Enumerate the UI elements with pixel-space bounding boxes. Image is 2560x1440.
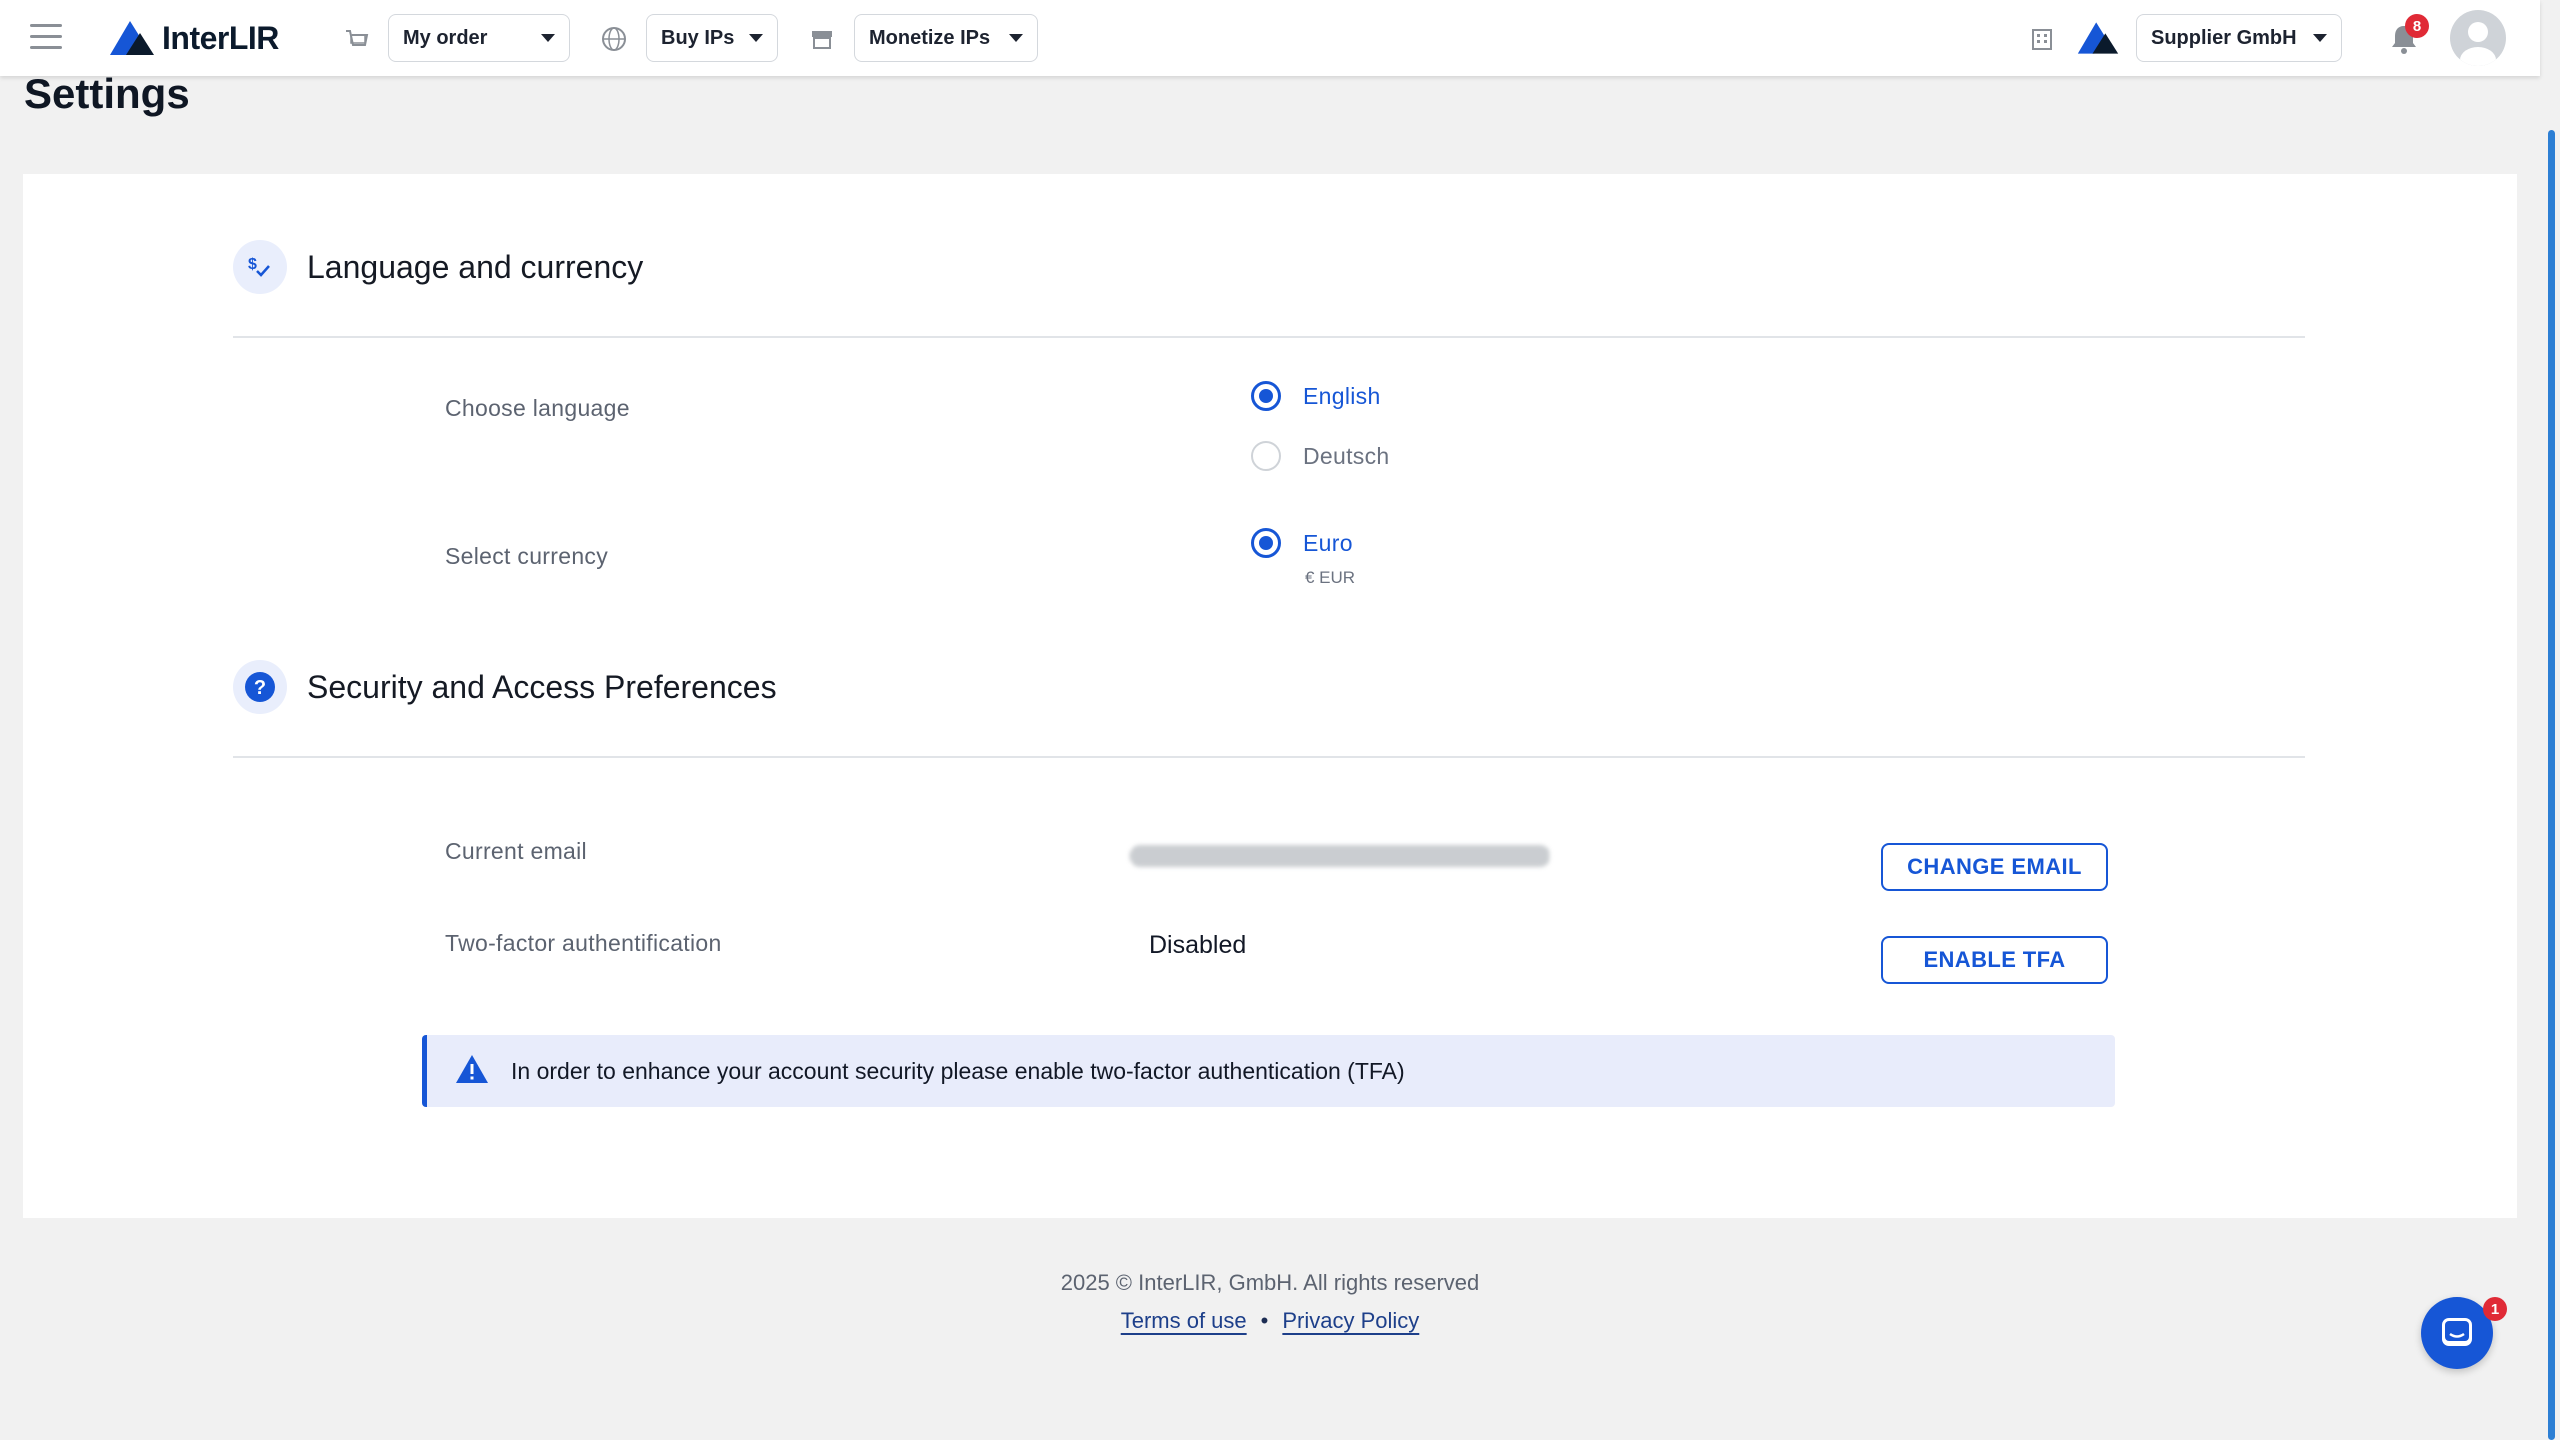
chevron-down-icon — [541, 34, 555, 42]
my-order-label: My order — [403, 26, 488, 49]
footer-separator: • — [1260, 1308, 1269, 1333]
security-header: ? Security and Access Preferences — [233, 660, 777, 714]
section-divider — [233, 336, 2305, 338]
language-english-label: English — [1303, 382, 1381, 409]
monetize-ips-dropdown[interactable]: Monetize IPs — [854, 14, 1038, 62]
language-currency-title: Language and currency — [307, 248, 644, 285]
tfa-status-value: Disabled — [1149, 931, 1247, 959]
interlir-logo-icon — [110, 21, 154, 55]
language-currency-header: $ Language and currency — [233, 240, 643, 294]
language-option-deutsch[interactable]: Deutsch — [1251, 441, 1389, 471]
brand-name: InterLIR — [162, 19, 279, 56]
choose-language-label: Choose language — [445, 395, 630, 421]
section-divider — [233, 756, 2305, 758]
privacy-policy-link[interactable]: Privacy Policy — [1282, 1308, 1419, 1334]
radio-selected[interactable] — [1251, 381, 1281, 411]
page-scrollbar[interactable] — [2548, 130, 2555, 1440]
current-email-value-redacted — [1130, 845, 1550, 867]
tfa-label: Two-factor authentification — [445, 930, 722, 956]
currency-euro-code: € EUR — [1305, 568, 1356, 587]
warning-icon — [455, 1054, 489, 1089]
question-icon: ? — [233, 660, 287, 714]
radio-selected[interactable] — [1251, 528, 1281, 558]
notification-count-badge: 8 — [2405, 14, 2429, 38]
monetize-ips-label: Monetize IPs — [869, 26, 991, 49]
security-title: Security and Access Preferences — [307, 668, 777, 705]
company-dropdown[interactable]: Supplier GmbH — [2136, 14, 2342, 62]
buy-ips-dropdown[interactable]: Buy IPs — [646, 14, 778, 62]
chevron-down-icon — [2313, 34, 2327, 42]
page-title: Settings — [24, 70, 190, 117]
currency-euro-label: Euro — [1303, 529, 1353, 556]
footer-links: Terms of use • Privacy Policy — [0, 1308, 2540, 1334]
globe-icon — [600, 25, 628, 53]
terms-of-use-link[interactable]: Terms of use — [1121, 1308, 1247, 1334]
enable-tfa-button[interactable]: ENABLE TFA — [1881, 936, 2108, 984]
brand-logo[interactable]: InterLIR — [108, 18, 279, 58]
copyright-text: 2025 © InterLIR, GmbH. All rights reserv… — [1060, 1270, 1480, 1295]
tfa-warning-text: In order to enhance your account securit… — [511, 1057, 1405, 1084]
current-email-label: Current email — [445, 838, 587, 864]
language-option-english[interactable]: English — [1251, 381, 1381, 411]
chat-unread-badge: 1 — [2483, 1297, 2507, 1321]
my-order-dropdown[interactable]: My order — [388, 14, 570, 62]
language-deutsch-label: Deutsch — [1303, 442, 1390, 469]
chevron-down-icon — [1009, 34, 1023, 42]
building-icon — [2028, 25, 2056, 53]
avatar[interactable] — [2450, 10, 2506, 66]
tfa-warning-alert: In order to enhance your account securit… — [422, 1035, 2115, 1107]
currency-check-icon: $ — [233, 240, 287, 294]
change-email-button[interactable]: CHANGE EMAIL — [1881, 843, 2108, 891]
chat-icon — [2442, 1318, 2472, 1346]
footer: 2025 © InterLIR, GmbH. All rights reserv… — [0, 1270, 2540, 1334]
currency-option-euro[interactable]: Euro — [1251, 528, 1353, 558]
svg-text:$: $ — [248, 256, 257, 273]
company-label: Supplier GmbH — [2151, 26, 2297, 49]
chevron-down-icon — [749, 34, 763, 42]
store-icon — [808, 25, 836, 53]
hamburger-menu-icon[interactable] — [30, 24, 62, 50]
radio-unselected[interactable] — [1251, 441, 1281, 471]
svg-text:?: ? — [254, 677, 266, 699]
company-logo-icon — [2076, 20, 2120, 56]
select-currency-label: Select currency — [445, 543, 609, 569]
top-bar: InterLIR My order Buy IPs Monetize IPs S… — [0, 0, 2540, 76]
cart-icon — [342, 25, 370, 53]
buy-ips-label: Buy IPs — [661, 26, 735, 49]
